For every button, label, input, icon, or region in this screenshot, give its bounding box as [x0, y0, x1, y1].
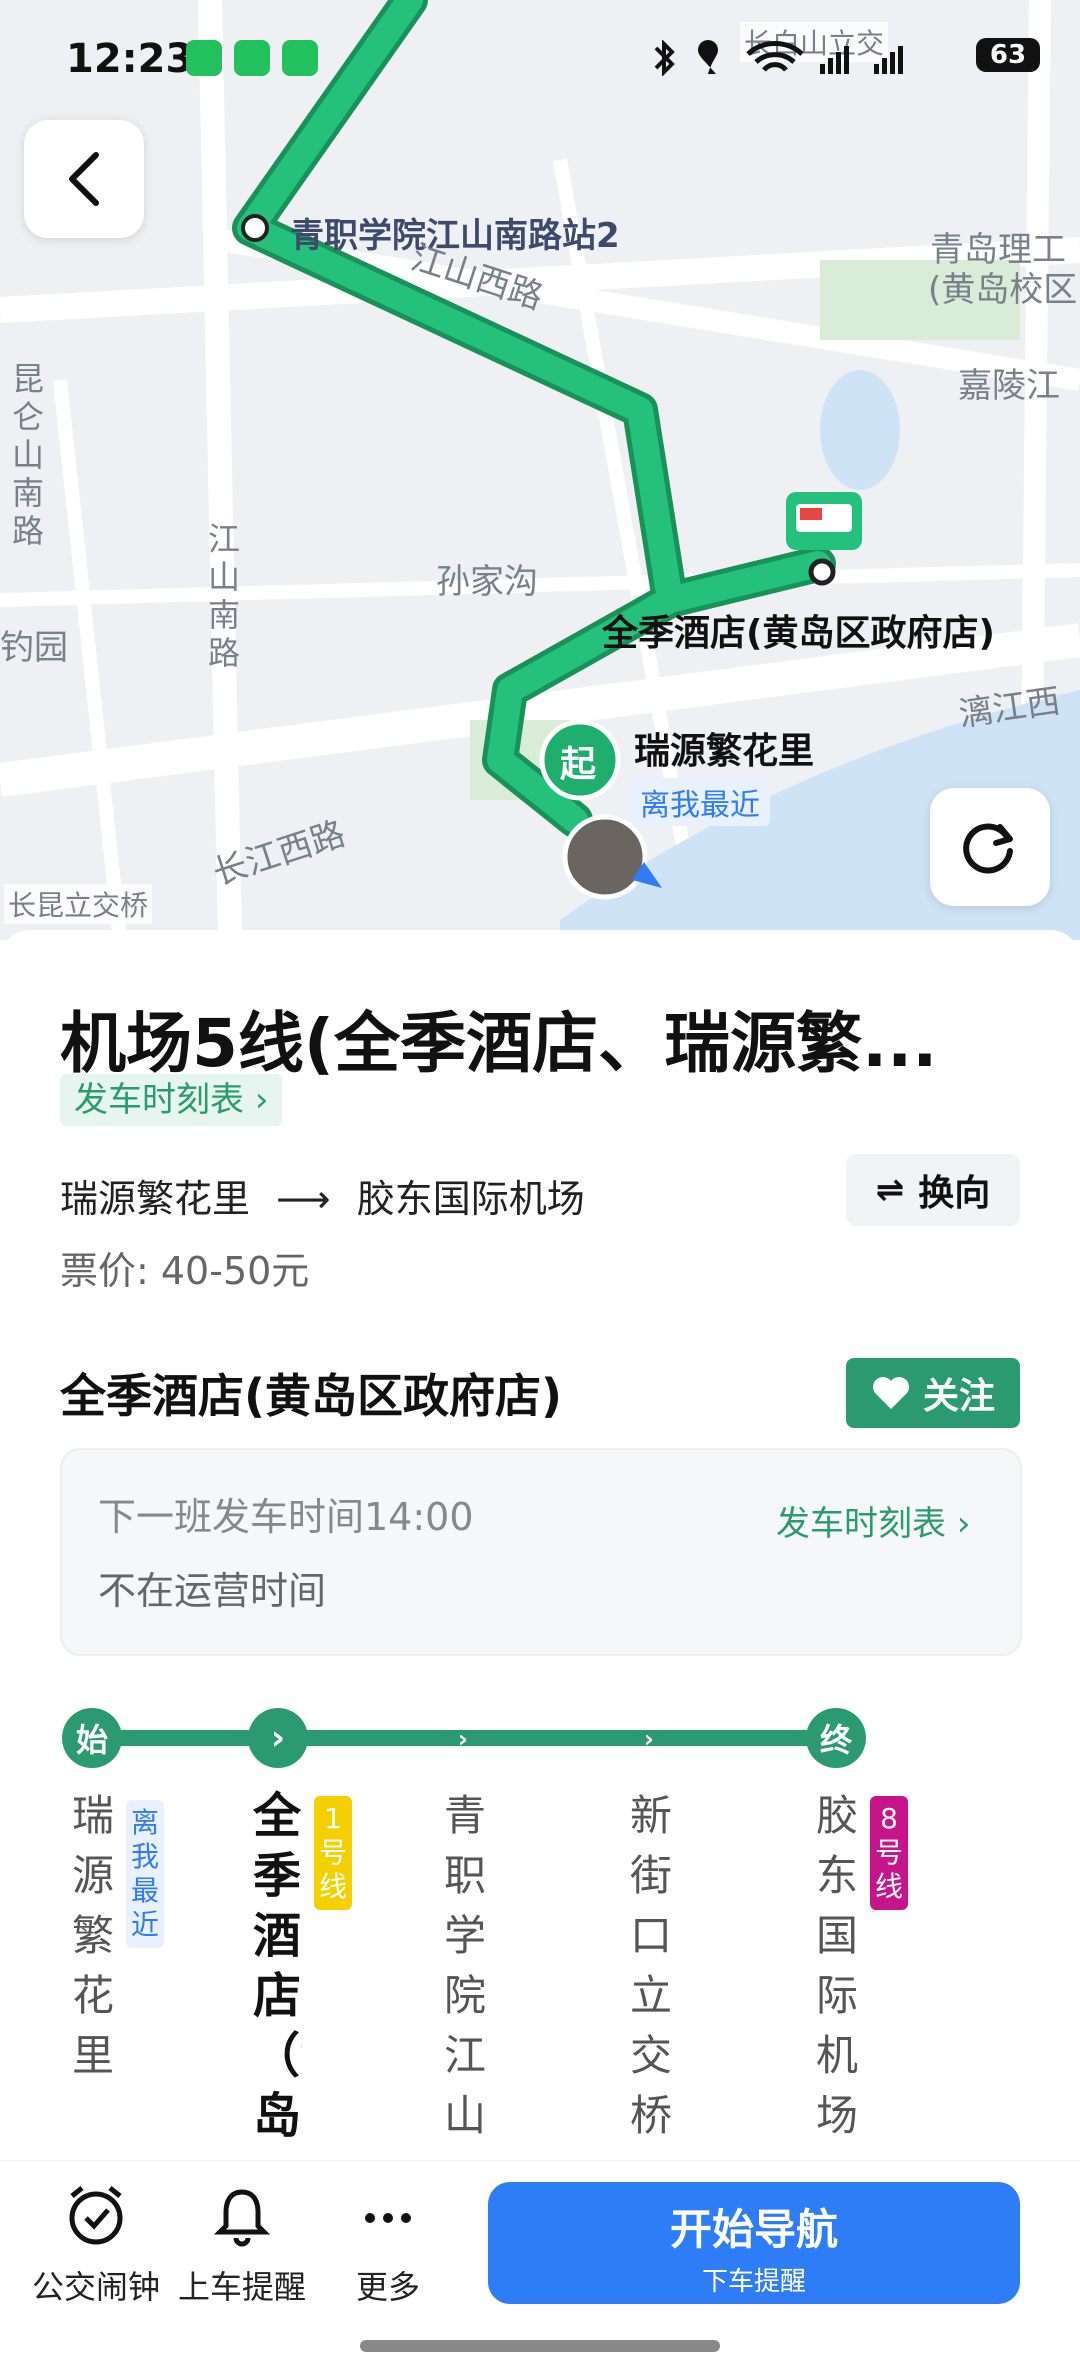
route-title: 机场5线(全季酒店、瑞源繁...: [60, 1005, 938, 1082]
refresh-button[interactable]: [930, 788, 1050, 906]
map-label-diaoyuan: 钓园: [0, 628, 68, 668]
bus-alarm-label: 公交闹钟: [31, 2268, 160, 2306]
app-icon: [234, 40, 270, 76]
swap-direction-button[interactable]: ⇌ 换向: [846, 1154, 1020, 1226]
more-icon: [365, 2213, 411, 2223]
messages-icon: [186, 40, 222, 76]
follow-button[interactable]: 关注: [846, 1358, 1020, 1428]
timetable-link-label: 发车时刻表: [776, 1504, 946, 1544]
map-canvas: [0, 0, 1080, 940]
back-button[interactable]: [24, 120, 144, 238]
map-label-jiangshan-south-road: 江山南路: [207, 520, 240, 672]
chevron-left-icon: [69, 152, 99, 206]
alight-reminder-label: 下车提醒: [701, 2267, 806, 2297]
schedule-link[interactable]: 发车时刻表 ›: [60, 1074, 283, 1126]
start-navigation-button[interactable]: 开始导航 下车提醒: [488, 2182, 1020, 2304]
timeline-stop-4[interactable]: 胶东国际机场: [812, 1786, 862, 2146]
boarding-reminder-label: 上车提醒: [177, 2268, 306, 2306]
timeline-current-node: ›: [248, 1708, 308, 1768]
route-to: 胶东国际机场: [356, 1177, 585, 1221]
heart-icon: [872, 1377, 909, 1409]
direction-arrow-icon: ›: [458, 1725, 468, 1753]
timeline-stop-2[interactable]: 青职学院江山: [440, 1786, 490, 2160]
map-view[interactable]: 青职学院江山南路站2 江山西路 青岛理工 (黄岛校区 嘉陵江 昆仑山南路 江山南…: [0, 0, 1080, 940]
current-stop-name: 全季酒店(黄岛区政府店): [60, 1369, 563, 1423]
battery-indicator: 63: [976, 38, 1040, 72]
direction-arrow-icon: ›: [644, 1725, 654, 1753]
home-indicator[interactable]: [360, 2340, 720, 2352]
more-button[interactable]: 更多: [318, 2184, 458, 2308]
swap-label: 换向: [918, 1173, 991, 1214]
line1-badge: 1号线: [314, 1796, 352, 1910]
map-label-ruiyuan: 瑞源繁花里: [634, 731, 815, 772]
map-label-hotel: 全季酒店(黄岛区政府店): [602, 613, 995, 654]
nearest-badge: 离我最近: [126, 1800, 164, 1948]
signal-icons: [654, 40, 903, 76]
alarm-clock-icon: [69, 2186, 123, 2245]
bus-alarm-button[interactable]: 公交闹钟: [26, 2184, 166, 2308]
map-label-changkun-bridge: 长昆立交桥: [4, 884, 153, 924]
wechat-icon: [282, 40, 318, 76]
operation-status: 不在运营时间: [98, 1569, 327, 1613]
status-time: 12:23: [66, 36, 194, 82]
start-marker: 起: [560, 744, 597, 785]
route-direction: 瑞源繁花里 ⟶ 胶东国际机场: [60, 1168, 585, 1223]
boarding-reminder-button[interactable]: 上车提醒: [172, 2184, 312, 2308]
line8-badge: 8号线: [870, 1796, 908, 1910]
map-label-nearest: 离我最近: [630, 778, 770, 826]
start-navigation-label: 开始导航: [669, 2205, 838, 2254]
map-label-qingdao-tech-sub: (黄岛校区: [928, 270, 1078, 310]
chevron-right-icon: ›: [956, 1504, 971, 1544]
map-label-jialing: 嘉陵江: [958, 366, 1060, 406]
timetable-link[interactable]: 发车时刻表 ›: [776, 1496, 970, 1545]
map-label-kunlun-road: 昆仑山南路: [11, 360, 44, 550]
more-label: 更多: [355, 2268, 420, 2306]
follow-label: 关注: [922, 1376, 995, 1417]
swap-icon: ⇌: [875, 1170, 905, 1210]
timeline-end-node: 终: [806, 1708, 866, 1768]
route-from: 瑞源繁花里: [60, 1177, 251, 1221]
schedule-link-label: 发车时刻表: [74, 1080, 244, 1120]
bell-icon: [213, 2189, 271, 2247]
departure-info-box: [60, 1448, 1022, 1656]
timeline-stop-3[interactable]: 新街口立交桥: [626, 1786, 676, 2160]
timeline-stop-0[interactable]: 瑞源繁花里: [68, 1786, 118, 2086]
timeline-start-node: 始: [62, 1708, 122, 1768]
refresh-icon: [963, 823, 1013, 874]
next-departure: 下一班发车时间14:00: [98, 1495, 474, 1539]
timeline-stop-1[interactable]: 全季酒店（黄岛: [252, 1786, 302, 2160]
map-label-sunjiagou: 孙家沟: [436, 562, 538, 602]
chevron-right-icon: ›: [254, 1080, 269, 1120]
ticket-price: 票价: 40-50元: [60, 1249, 310, 1293]
arrow-right-icon: ⟶: [276, 1177, 331, 1221]
